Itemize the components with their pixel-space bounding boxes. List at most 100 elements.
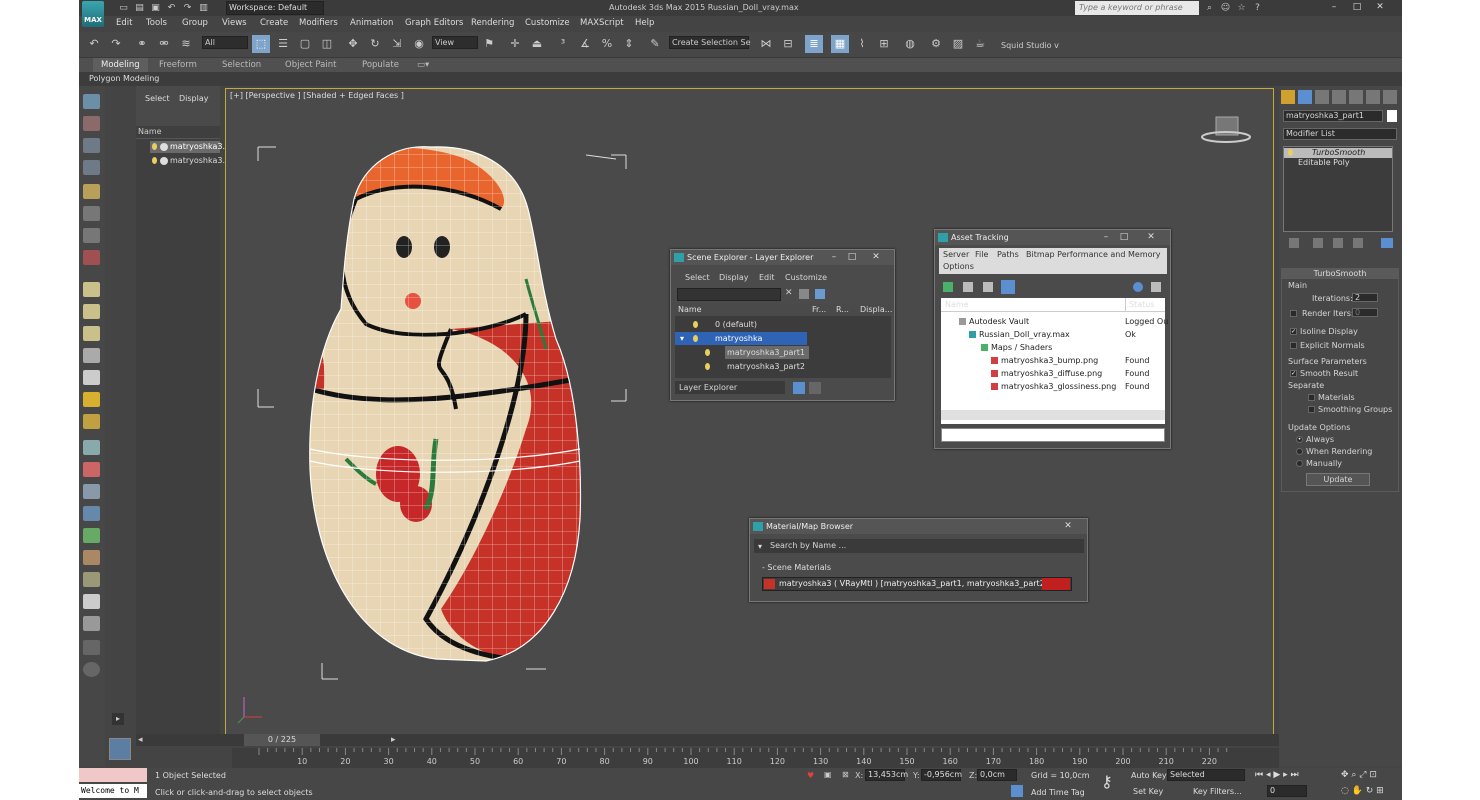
- col-freeze[interactable]: Fr...: [812, 304, 826, 316]
- prev-frame-icon[interactable]: ◂: [138, 735, 150, 745]
- minimize-icon[interactable]: –: [1100, 232, 1112, 242]
- redo-icon[interactable]: ↷: [107, 35, 125, 53]
- material-editor-icon[interactable]: ◍: [901, 35, 919, 53]
- material-item[interactable]: matryoshka3 ( VRayMtl ) [matryoshka3_par…: [762, 577, 1072, 591]
- motion-tab-icon[interactable]: [1332, 90, 1346, 104]
- unlink-icon[interactable]: ⚮: [155, 35, 173, 53]
- menu-help[interactable]: Help: [635, 18, 654, 28]
- user-icon[interactable]: ☺: [1219, 2, 1232, 14]
- undo-icon[interactable]: ↶: [165, 2, 178, 14]
- scene-explorer-search[interactable]: [677, 288, 781, 301]
- search-input[interactable]: Type a keyword or phrase: [1075, 1, 1199, 15]
- search-options-icon[interactable]: ▾: [758, 542, 762, 551]
- grid-icon[interactable]: [83, 160, 100, 175]
- layer-icon[interactable]: [815, 289, 825, 299]
- playback-controls[interactable]: ⏮ ◂ ▶ ▸ ⏭: [1255, 770, 1299, 780]
- dot-icon[interactable]: [83, 594, 100, 609]
- col-display[interactable]: Displa...: [860, 304, 892, 316]
- iterations-spinner[interactable]: 2: [1352, 293, 1378, 302]
- object-name-field[interactable]: matryoshka3_part1: [1283, 110, 1383, 122]
- molecule-icon[interactable]: [83, 462, 100, 477]
- y-coordinate[interactable]: -0,956cm: [921, 769, 962, 781]
- menu-rendering[interactable]: Rendering: [471, 18, 514, 28]
- undo-icon[interactable]: ↶: [85, 35, 103, 53]
- rendered-frame-icon[interactable]: ▨: [949, 35, 967, 53]
- table-row[interactable]: Autodesk Vault Logged Ou: [941, 315, 1168, 328]
- time-slider[interactable]: 0 / 225 ◂ ▸: [136, 734, 1279, 746]
- close-icon[interactable]: ✕: [1373, 1, 1387, 14]
- help-icon[interactable]: ?: [1251, 2, 1264, 14]
- move-icon[interactable]: ✥: [344, 35, 362, 53]
- scale-icon[interactable]: ⇲: [388, 35, 406, 53]
- ribbon-options-icon[interactable]: ▭▾: [409, 58, 437, 72]
- settings-icon[interactable]: [83, 640, 100, 655]
- display-tab-icon[interactable]: [1349, 90, 1363, 104]
- tab-freeform[interactable]: Freeform: [151, 58, 205, 72]
- stack-item-editable-poly[interactable]: Editable Poly: [1284, 158, 1392, 168]
- x-coordinate[interactable]: 13,453cm: [865, 769, 908, 781]
- viewport-nav-controls[interactable]: ✥ ⌕ ⤢ ⊡: [1341, 770, 1377, 780]
- camera-icon[interactable]: [83, 206, 100, 221]
- hierarchy-icon[interactable]: [809, 382, 821, 394]
- clear-icon[interactable]: ✕: [785, 288, 795, 300]
- open-icon[interactable]: ▤: [133, 2, 146, 14]
- table-row[interactable]: Maps / Shaders: [941, 341, 1165, 354]
- table-row[interactable]: matryoshka3_diffuse.png Found: [941, 367, 1165, 380]
- minimize-icon[interactable]: –: [828, 252, 840, 262]
- asset-scrollbar[interactable]: [941, 410, 1165, 420]
- time-tag-icon[interactable]: [1011, 785, 1023, 797]
- isolate-icon[interactable]: ♥: [807, 771, 815, 781]
- list-item[interactable]: matryoshka3.: [170, 155, 225, 167]
- smoothing-groups-checkbox[interactable]: [1308, 406, 1315, 413]
- rect-selection-icon[interactable]: ▢: [296, 35, 314, 53]
- menu-edit[interactable]: Edit: [116, 18, 132, 28]
- menu-tools[interactable]: Tools: [146, 18, 167, 28]
- particle-icon[interactable]: [83, 250, 100, 265]
- current-frame-field[interactable]: 0: [1267, 785, 1307, 797]
- settings-icon[interactable]: [1151, 282, 1161, 292]
- always-radio[interactable]: •: [1296, 436, 1303, 443]
- link-icon[interactable]: ⚭: [133, 35, 151, 53]
- modify-tab-icon[interactable]: [1298, 90, 1312, 104]
- asset-path-field[interactable]: [941, 428, 1165, 442]
- asset-menu-bitmap[interactable]: Bitmap Performance and Memory: [1026, 250, 1161, 259]
- col-render[interactable]: R...: [836, 304, 849, 316]
- scene-explorer-icon[interactable]: ▦: [831, 35, 849, 53]
- help-icon[interactable]: [83, 662, 100, 677]
- minimize-icon[interactable]: –: [1327, 1, 1341, 14]
- menu-customize[interactable]: Customize: [525, 18, 570, 28]
- maxscript-input[interactable]: Welcome to M: [79, 784, 147, 798]
- asset-menu-server[interactable]: Server: [943, 250, 969, 259]
- torus-icon[interactable]: [83, 326, 100, 341]
- reference-coord-dropdown[interactable]: View: [432, 36, 478, 49]
- star-icon[interactable]: ☆: [1235, 2, 1248, 14]
- workspace-dropdown[interactable]: Workspace: Default: [226, 1, 324, 15]
- tab-object-paint[interactable]: Object Paint: [277, 58, 344, 72]
- named-selection-dropdown[interactable]: Create Selection Se: [669, 36, 751, 49]
- key-icon[interactable]: ⚷: [1101, 772, 1125, 796]
- layer-explorer-icon[interactable]: ≣: [805, 35, 823, 53]
- track-bar[interactable]: 10 20 30 40 50 60 70 80 90 100 110 120 130 140 150 160 1…: [232, 748, 1279, 770]
- update-button[interactable]: Update: [1306, 473, 1370, 486]
- table-row[interactable]: 0 (default): [675, 318, 891, 331]
- explicit-normals-checkbox[interactable]: [1290, 342, 1297, 349]
- table-row[interactable]: matryoshka3_bump.png Found: [941, 354, 1165, 367]
- modifier-list-dropdown[interactable]: Modifier List: [1283, 128, 1397, 140]
- sun-icon[interactable]: [83, 392, 100, 407]
- menu-maxscript[interactable]: MAXScript: [580, 18, 624, 28]
- plant-icon[interactable]: [83, 528, 100, 543]
- time-slider-thumb[interactable]: 0 / 225: [244, 734, 320, 746]
- squid-studio-label[interactable]: Squid Studio v: [1001, 41, 1059, 50]
- hierarchy-tab-icon[interactable]: [1315, 90, 1329, 104]
- scatter-icon[interactable]: [83, 440, 100, 455]
- tab-populate[interactable]: Populate: [354, 58, 407, 72]
- visibility-icon[interactable]: [152, 143, 157, 150]
- tab-selection[interactable]: Selection: [214, 58, 269, 72]
- maximize-icon[interactable]: □: [846, 252, 858, 262]
- utilities-tab-icon[interactable]: [1366, 90, 1380, 104]
- scene-explorer-menu-display[interactable]: Display: [719, 273, 749, 282]
- scene-list-header[interactable]: Name: [138, 127, 162, 136]
- layer-mode-icon[interactable]: [793, 382, 805, 394]
- curve-editor-icon[interactable]: ⌇: [853, 35, 871, 53]
- list-icon[interactable]: [83, 138, 100, 153]
